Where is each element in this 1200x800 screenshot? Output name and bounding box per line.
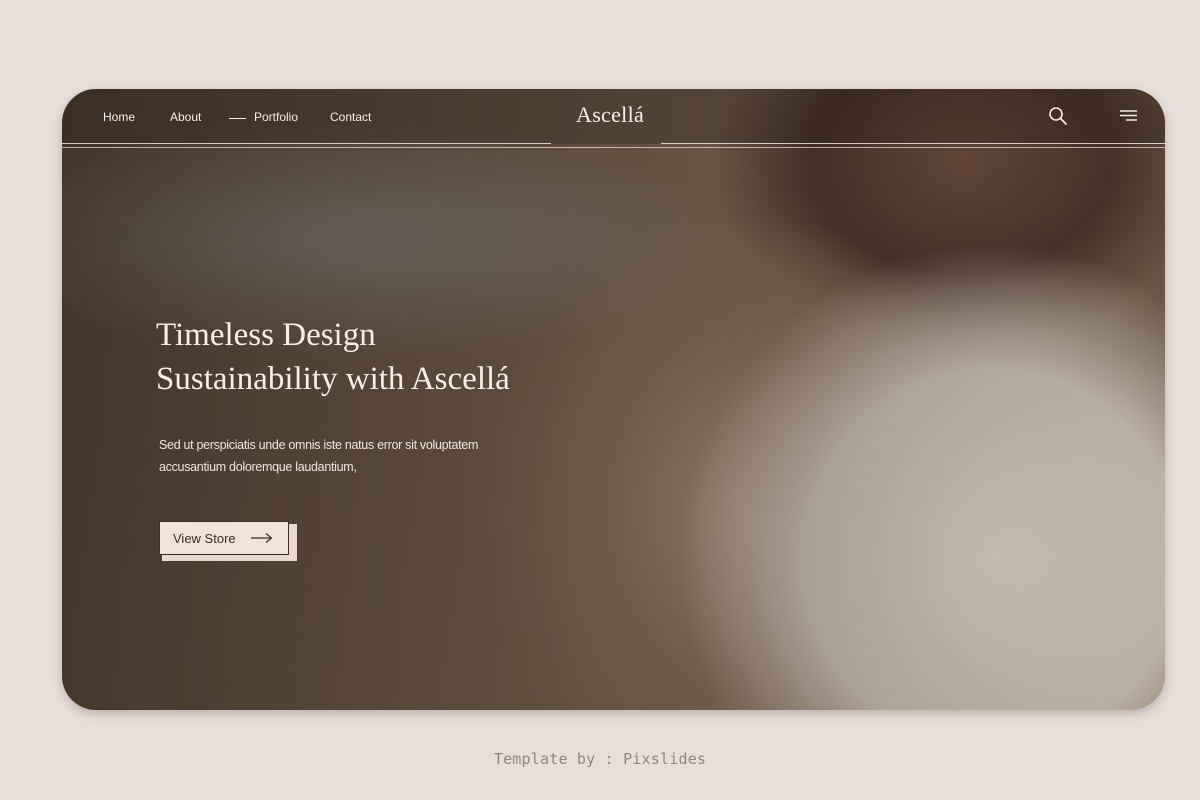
header-divider-left bbox=[62, 143, 551, 144]
top-navigation-bar: Home About Portfolio Contact Ascellá bbox=[62, 89, 1165, 144]
search-icon[interactable] bbox=[1047, 105, 1069, 127]
nav-contact-link[interactable]: Contact bbox=[330, 110, 371, 124]
hero-subtitle: Sed ut perspiciatis unde omnis iste natu… bbox=[159, 434, 539, 478]
hero-title: Timeless Design Sustainability with Asce… bbox=[156, 313, 510, 401]
view-store-button[interactable]: View Store bbox=[159, 521, 289, 555]
header-divider-right bbox=[661, 143, 1165, 144]
hero-title-line-1: Timeless Design bbox=[156, 317, 376, 353]
view-store-button-wrapper: View Store bbox=[159, 521, 297, 561]
hero-subtitle-line-2: accusantium doloremque laudantium, bbox=[159, 460, 357, 474]
arrow-right-icon bbox=[250, 533, 273, 543]
nav-portfolio-link[interactable]: Portfolio bbox=[254, 110, 298, 124]
nav-about-link[interactable]: About bbox=[170, 110, 201, 124]
nav-home-link[interactable]: Home bbox=[103, 110, 135, 124]
brand-logo[interactable]: Ascellá bbox=[576, 102, 644, 128]
view-store-button-label: View Store bbox=[173, 530, 236, 546]
hero-title-line-2: Sustainability with Ascellá bbox=[156, 361, 510, 397]
hero-card: Home About Portfolio Contact Ascellá Tim… bbox=[62, 89, 1165, 710]
header-divider-full bbox=[62, 147, 1165, 148]
dash-marker-icon bbox=[229, 118, 246, 119]
template-credit: Template by : Pixslides bbox=[493, 750, 707, 768]
hamburger-menu-icon[interactable] bbox=[1118, 105, 1140, 127]
hero-subtitle-line-1: Sed ut perspiciatis unde omnis iste natu… bbox=[159, 438, 479, 452]
